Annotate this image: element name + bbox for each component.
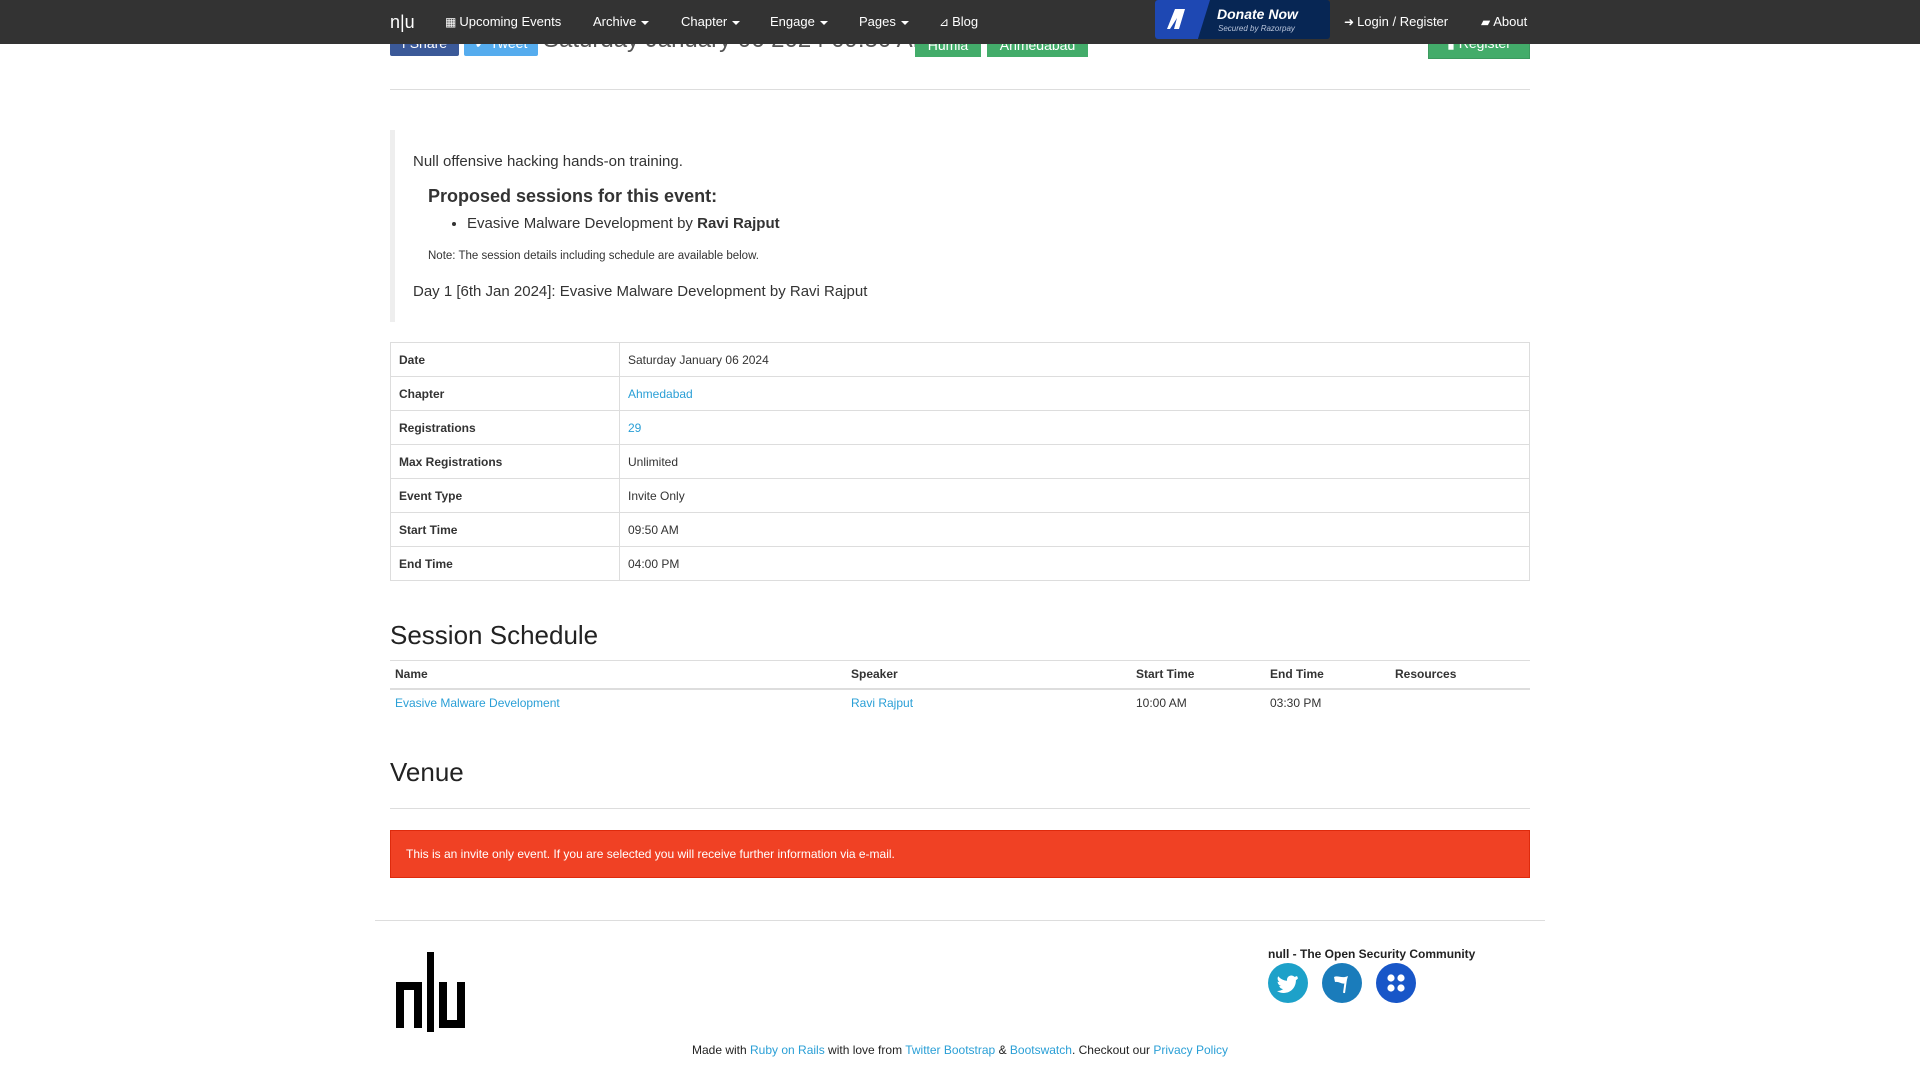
event-description: Null offensive hacking hands-on training… [390,130,1530,322]
invite-only-alert: This is an invite only event. If you are… [390,830,1530,878]
nav-about[interactable]: ▰ About [1481,0,1527,44]
day-line: Day 1 [6th Jan 2024]: Evasive Malware De… [413,283,868,300]
registrations-link[interactable]: 29 [628,421,641,435]
table-row: Date Saturday January 06 2024 [390,342,1530,377]
caret-down-icon [641,20,650,25]
nav-upcoming-events[interactable]: ▦ Upcoming Events [445,0,561,44]
list-item: Evasive Malware Development by Ravi Rajp… [467,215,780,232]
twitter-link[interactable] [1268,963,1308,1003]
rss-icon: ⊿ [939,15,950,29]
nav-blog[interactable]: ⊿ Blog [939,0,978,44]
apps-icon [1387,974,1405,992]
description-intro: Null offensive hacking hands-on training… [413,153,683,170]
nav-chapter[interactable]: Chapter [681,0,741,44]
session-schedule-heading: Session Schedule [390,620,599,650]
bootswatch-link[interactable]: Bootswatch [1010,1043,1072,1057]
calendar-icon: ▦ [445,15,457,29]
divider [390,808,1530,809]
session-note: Note: The session details including sche… [428,250,759,262]
table-header-row: Name Speaker Start Time End Time Resourc… [390,660,1530,690]
flag-link[interactable] [1322,963,1362,1003]
footer-divider [375,920,1545,921]
community-title: null - The Open Security Community [1268,947,1476,961]
proposed-sessions-list: Evasive Malware Development by Ravi Rajp… [467,215,780,232]
nav-login-register[interactable]: ➜ Login / Register [1344,0,1448,44]
twitter-bootstrap-link[interactable]: Twitter Bootstrap [905,1043,995,1057]
nav-engage[interactable]: Engage [770,0,828,44]
table-row: Start Time 09:50 AM [390,512,1530,547]
date-value: Saturday January 06 2024 [619,342,1530,377]
apps-link[interactable] [1376,963,1416,1003]
divider [390,89,1530,90]
caret-down-icon [732,20,741,25]
ruby-on-rails-link[interactable]: Ruby on Rails [750,1043,825,1057]
table-row: Chapter Ahmedabad [390,376,1530,411]
nav-pages[interactable]: Pages [859,0,909,44]
footer-credits: Made with Ruby on Rails with love from T… [691,1043,1229,1057]
event-details-table: Date Saturday January 06 2024 Chapter Ahme… [390,342,1530,581]
chapter-link[interactable]: Ahmedabad [628,387,693,401]
proposed-sessions-heading: Proposed sessions for this event: [428,186,718,206]
null-logo [396,952,468,1035]
session-name-link[interactable]: Evasive Malware Development [395,696,560,710]
speaker-link[interactable]: Ravi Rajput [851,696,913,710]
session-schedule-table: Name Speaker Start Time End Time Resourc… [390,660,1530,717]
brand-logo[interactable]: n|u [390,0,415,44]
privacy-policy-link[interactable]: Privacy Policy [1153,1043,1228,1057]
book-icon: ▰ [1481,15,1491,29]
nav-archive[interactable]: Archive [593,0,650,44]
flag-icon [1334,976,1348,994]
razorpay-logo-icon [1155,0,1210,39]
table-row: Event Type Invite Only [390,478,1530,513]
table-row: End Time 04:00 PM [390,546,1530,581]
table-row: Registrations 29 [390,410,1530,445]
table-row: Max Registrations Unlimited [390,444,1530,479]
caret-down-icon [900,20,909,25]
caret-down-icon [819,20,828,25]
donate-now-button[interactable]: Donate Now Secured by Razorpay [1155,0,1330,39]
table-row: Evasive Malware Development Ravi Rajput … [395,696,1322,710]
venue-heading: Venue [390,757,464,787]
navbar: n|u ▦ Upcoming Events Archive Chapter Eng… [0,0,1920,44]
twitter-icon [1277,975,1298,993]
sign-in-icon: ➜ [1344,15,1355,29]
